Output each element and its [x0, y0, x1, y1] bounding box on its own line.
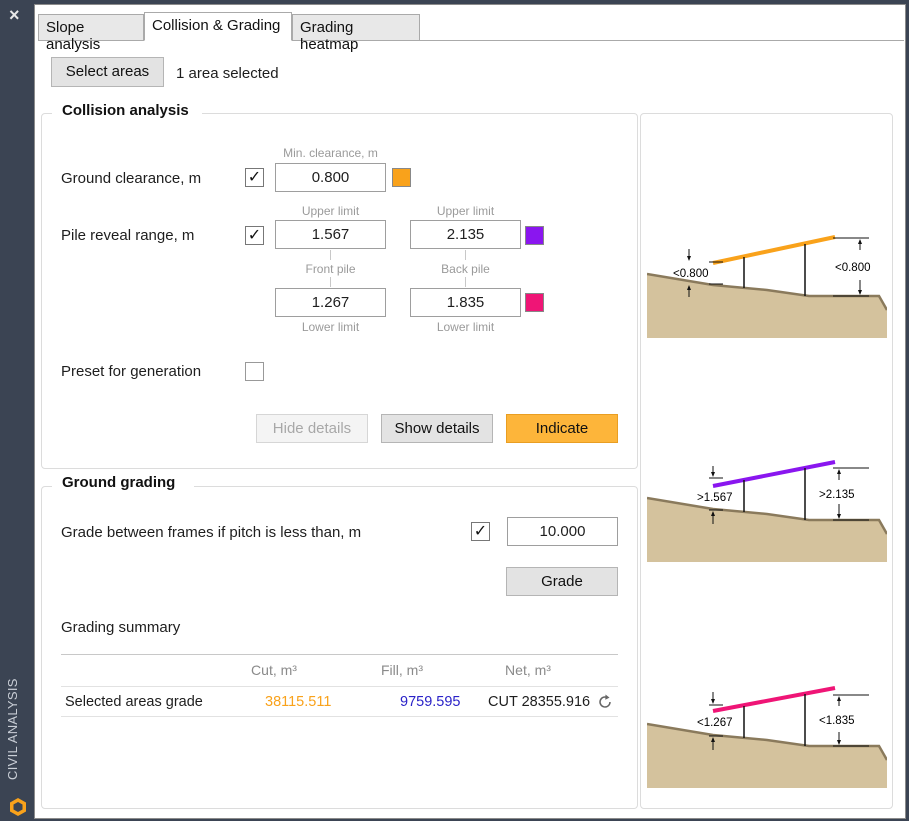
connector-line — [465, 277, 466, 287]
upper-limit-front-input[interactable]: 1.567 — [275, 220, 386, 249]
ground-clearance-checkbox[interactable]: ✓ — [245, 168, 264, 187]
lower-limit-back-input[interactable]: 1.835 — [410, 288, 521, 317]
lower-limit-front-input[interactable]: 1.267 — [275, 288, 386, 317]
upper-color-swatch[interactable] — [525, 226, 544, 245]
hide-details-button[interactable]: Hide details — [256, 414, 368, 443]
ground-grading-title: Ground grading — [52, 474, 194, 491]
grade-button[interactable]: Grade — [506, 567, 618, 596]
upper-limit-front-caption: Upper limit — [301, 204, 360, 218]
selection-status: 1 area selected — [176, 65, 279, 82]
fill-value: 9759.595 — [400, 694, 461, 710]
lower-limit-back-caption: Lower limit — [436, 320, 495, 334]
app-logo-icon — [10, 798, 26, 816]
upper-limit-back-caption: Upper limit — [436, 204, 495, 218]
preset-generation-label: Preset for generation — [61, 363, 202, 380]
upper-limit-back-input[interactable]: 2.135 — [410, 220, 521, 249]
tab-slope-analysis[interactable]: Slope analysis — [38, 14, 144, 53]
cut-value: 38115.511 — [265, 694, 332, 710]
connector-line — [330, 250, 331, 260]
ground-clearance-label: Ground clearance, m — [61, 170, 202, 187]
table-bottom-line — [61, 716, 618, 717]
pile-reveal-checkbox[interactable]: ✓ — [245, 226, 264, 245]
lower-limit-front-caption: Lower limit — [301, 320, 360, 334]
table-top-line — [61, 654, 618, 655]
diagram-label-right: <0.800 — [835, 262, 871, 274]
upper-limit-diagram: >1.567 >2.135 — [647, 460, 887, 562]
pitch-threshold-checkbox[interactable]: ✓ — [471, 522, 490, 541]
connector-line — [330, 277, 331, 287]
tab-collision-grading[interactable]: Collision & Grading — [144, 12, 292, 41]
clearance-color-swatch[interactable] — [392, 168, 411, 187]
refresh-icon[interactable] — [596, 693, 614, 711]
diagram-label-left: >1.567 — [697, 492, 733, 504]
indicate-button[interactable]: Indicate — [506, 414, 618, 443]
side-panel-bar: × CIVIL ANALYSIS — [0, 0, 34, 821]
diagram-label-right: <1.835 — [819, 715, 855, 727]
clearance-diagram: <0.800 <0.800 — [647, 235, 887, 338]
show-details-button[interactable]: Show details — [381, 414, 493, 443]
grading-summary-title: Grading summary — [61, 619, 181, 636]
front-pile-caption: Front pile — [305, 262, 356, 276]
panel-vertical-title: CIVIL ANALYSIS — [5, 678, 20, 780]
close-icon[interactable]: × — [9, 5, 20, 26]
pitch-threshold-input[interactable]: 10.000 — [507, 517, 618, 546]
net-value: CUT 28355.916 — [488, 694, 591, 710]
diagram-label-left: <1.267 — [697, 717, 733, 729]
table-header-line — [61, 686, 618, 687]
back-pile-caption: Back pile — [441, 262, 490, 276]
diagram-label-right: >2.135 — [819, 489, 855, 501]
diagram-label-left: <0.800 — [673, 268, 709, 280]
min-clearance-input[interactable]: 0.800 — [275, 163, 386, 192]
collision-analysis-title: Collision analysis — [52, 102, 202, 119]
table-header-fill: Fill, m³ — [381, 662, 423, 678]
tab-grading-heatmap[interactable]: Grading heatmap — [292, 14, 420, 53]
pile-reveal-label: Pile reveal range, m — [61, 227, 195, 244]
lower-color-swatch[interactable] — [525, 293, 544, 312]
lower-limit-diagram: <1.267 <1.835 — [647, 686, 887, 788]
preset-generation-checkbox[interactable] — [245, 362, 264, 381]
pitch-threshold-label: Grade between frames if pitch is less th… — [61, 524, 362, 541]
table-header-net: Net, m³ — [505, 662, 551, 678]
table-header-cut: Cut, m³ — [251, 662, 297, 678]
row-name: Selected areas grade — [65, 694, 203, 710]
min-clearance-caption: Min. clearance, m — [283, 146, 378, 160]
select-areas-button[interactable]: Select areas — [51, 57, 164, 87]
connector-line — [465, 250, 466, 260]
